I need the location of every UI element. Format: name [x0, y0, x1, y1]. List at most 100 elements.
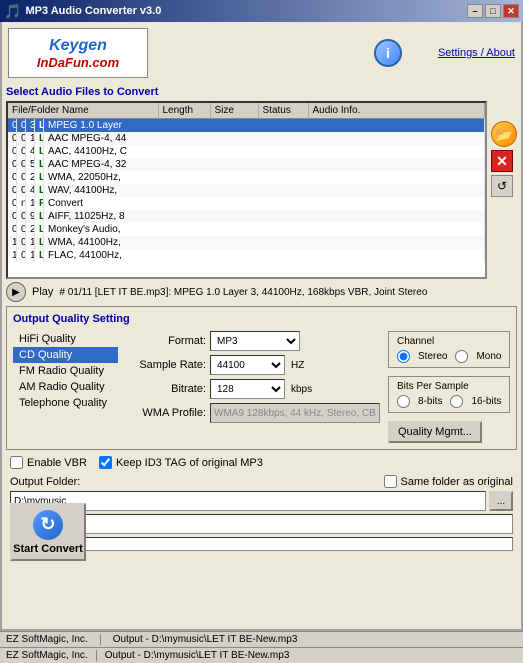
quality-settings: Format: MP3WAVOGGWMAAAC Sample Rate: 441… — [126, 331, 380, 443]
cell-name: 05 sample_wma.wma — [8, 171, 17, 184]
quality-layout: HiFi QualityCD QualityFM Radio QualityAM… — [13, 331, 510, 443]
quality-mgmt-button[interactable]: Quality Mgmt... — [388, 421, 482, 443]
add-files-icon[interactable]: 📂 — [491, 121, 517, 147]
start-convert-label: Start Convert — [13, 543, 83, 555]
keep-id3-row: Keep ID3 TAG of original MP3 — [99, 456, 263, 469]
samplerate-row: Sample Rate: 441002205011025 HZ — [126, 355, 380, 375]
table-row[interactable]: 06 My heart will go on.wav 0:04:38 46.8 … — [8, 184, 485, 197]
mono-label: Mono — [476, 351, 501, 362]
main-window: Keygen InDaFun.com i Settings / About Se… — [0, 22, 523, 631]
start-convert-button[interactable]: ↻ Start Convert — [10, 503, 86, 561]
cell-name: 09 sample_ape.ape — [8, 223, 17, 236]
cell-name: 07 myaudiofiles — [8, 197, 17, 210]
table-row[interactable]: 03 sample_aac.aac 0:03:19 4.4 MB Loaded … — [8, 145, 485, 158]
quality-item[interactable]: Telephone Quality — [13, 395, 118, 411]
app-icon: 🎵 — [4, 3, 21, 20]
cell-size: 10 files — [26, 197, 35, 210]
settings-link[interactable]: Settings / About — [438, 47, 515, 59]
cell-audio: Convert — [44, 197, 485, 210]
quality-item[interactable]: FM Radio Quality — [13, 363, 118, 379]
cell-size: 1.8 MB — [26, 236, 35, 249]
bits-title: Bits Per Sample — [397, 381, 501, 392]
cell-length: 0:04:32 — [17, 223, 26, 236]
cell-length: 0:03:06 — [17, 119, 26, 132]
cell-audio: AAC MPEG-4, 32 — [44, 158, 485, 171]
cell-size: 29.8 MB — [26, 223, 35, 236]
file-data-table: 01 LET IT BE.mp3 0:03:06 3.7 MB Loaded M… — [8, 119, 485, 262]
table-row[interactable]: 05 sample_wma.wma 0:09:26 2.2 MB Loaded … — [8, 171, 485, 184]
play-label: Play — [32, 286, 53, 298]
browse-button[interactable]: ... — [489, 491, 513, 511]
stereo-label: Stereo — [418, 351, 447, 362]
cell-audio: AIFF, 11025Hz, 8 — [44, 210, 485, 223]
cell-name: 03 sample_aac.aac — [8, 145, 17, 158]
start-icon: ↻ — [33, 510, 63, 540]
cell-size: 5.6 MB — [26, 158, 35, 171]
file-table: File/Folder Name Length Size Status Audi… — [8, 103, 485, 119]
16bits-radio[interactable] — [450, 395, 463, 408]
col-name: File/Folder Name — [8, 103, 158, 119]
quality-item[interactable]: AM Radio Quality — [13, 379, 118, 395]
same-folder-checkbox[interactable] — [384, 475, 397, 488]
cell-length: 0:04:38 — [17, 184, 26, 197]
cell-length: 0:09:26 — [17, 171, 26, 184]
app-title: MP3 Audio Converter v3.0 — [25, 5, 161, 17]
table-row[interactable]: 04 sample.mp4.mp4 0:05:14 5.6 MB Loaded … — [8, 158, 485, 171]
format-label: Format: — [126, 335, 206, 347]
cell-size: 4.4 MB — [26, 145, 35, 158]
cell-name: 10 sample_asf.asf — [8, 236, 17, 249]
enable-vbr-checkbox[interactable] — [10, 456, 23, 469]
cell-audio: AAC MPEG-4, 44 — [44, 132, 485, 145]
format-select[interactable]: MP3WAVOGGWMAAAC — [210, 331, 300, 351]
logo-keygen: Keygen — [37, 36, 119, 55]
quality-item[interactable]: CD Quality — [13, 347, 118, 363]
bitrate-select[interactable]: 12864192320 — [210, 379, 285, 399]
close-button[interactable]: ✕ — [503, 4, 519, 18]
table-scroll[interactable]: 01 LET IT BE.mp3 0:03:06 3.7 MB Loaded M… — [8, 119, 485, 274]
table-row[interactable]: 11 sample_flac.flac 0:00:09 1.3 MB Loade… — [8, 249, 485, 262]
samplerate-label: Sample Rate: — [126, 359, 206, 371]
samplerate-select[interactable]: 441002205011025 — [210, 355, 285, 375]
minimize-button[interactable]: – — [467, 4, 483, 18]
output-folder-label: Output Folder: — [10, 476, 80, 488]
file-table-container: File/Folder Name Length Size Status Audi… — [6, 101, 487, 279]
enable-vbr-row: Enable VBR — [10, 456, 87, 469]
cell-size: 1.3 MB — [26, 249, 35, 262]
status-divider — [96, 650, 97, 661]
refresh-icon[interactable]: ↺ — [491, 175, 513, 197]
side-icons: 📂 ✕ ↺ — [491, 101, 517, 279]
col-status: Status — [258, 103, 308, 119]
remove-icon[interactable]: ✕ — [491, 150, 513, 172]
table-row[interactable]: 01 LET IT BE.mp3 0:03:06 3.7 MB Loaded M… — [8, 119, 485, 132]
8bits-label: 8-bits — [418, 396, 442, 407]
cell-length: 0:03:20 — [17, 132, 26, 145]
wmaprofile-row: WMA Profile: — [126, 403, 380, 423]
channel-title: Channel — [397, 336, 501, 347]
table-row[interactable]: 09 sample_ape.ape 0:04:32 29.8 MB Loaded… — [8, 223, 485, 236]
bitrate-label: Bitrate: — [126, 383, 206, 395]
table-row[interactable]: 10 sample_asf.asf 0:00:28 1.8 MB Loaded … — [8, 236, 485, 249]
maximize-button[interactable]: □ — [485, 4, 501, 18]
output-info: Output - D:\mymusic\LET IT BE-New.mp3 — [113, 634, 298, 645]
status-bar: EZ SoftMagic, Inc. Output - D:\mymusic\L… — [0, 631, 523, 647]
quality-section-title: Output Quality Setting — [13, 313, 510, 325]
play-button[interactable]: ▶ — [6, 282, 26, 302]
table-row[interactable]: 07 myaudiofiles n/a 10 files Folder Conv… — [8, 197, 485, 210]
cell-name: 04 sample.mp4.mp4 — [8, 158, 17, 171]
bits-box: Bits Per Sample 8-bits 16-bits — [388, 376, 510, 413]
cell-status: Loaded — [35, 184, 44, 197]
wmaprofile-input — [210, 403, 380, 423]
cell-length: 0:01:27 — [17, 210, 26, 223]
toolbar: Keygen InDaFun.com i Settings / About — [6, 26, 517, 80]
file-info-text: # 01/11 [LET IT BE.mp3]: MPEG 1.0 Layer … — [59, 287, 427, 298]
mono-radio[interactable] — [455, 350, 468, 363]
cell-length: 0:00:09 — [17, 249, 26, 262]
table-row[interactable]: 08 sample.aif.aif 0:01:27 939 KB Loaded … — [8, 210, 485, 223]
8bits-radio[interactable] — [397, 395, 410, 408]
keep-id3-checkbox[interactable] — [99, 456, 112, 469]
col-size: Size — [210, 103, 258, 119]
table-row[interactable]: 02 samples_m4a.m4a 0:03:20 1.4 MB Loaded… — [8, 132, 485, 145]
info-button[interactable]: i — [374, 39, 402, 67]
stereo-radio[interactable] — [397, 350, 410, 363]
quality-item[interactable]: HiFi Quality — [13, 331, 118, 347]
